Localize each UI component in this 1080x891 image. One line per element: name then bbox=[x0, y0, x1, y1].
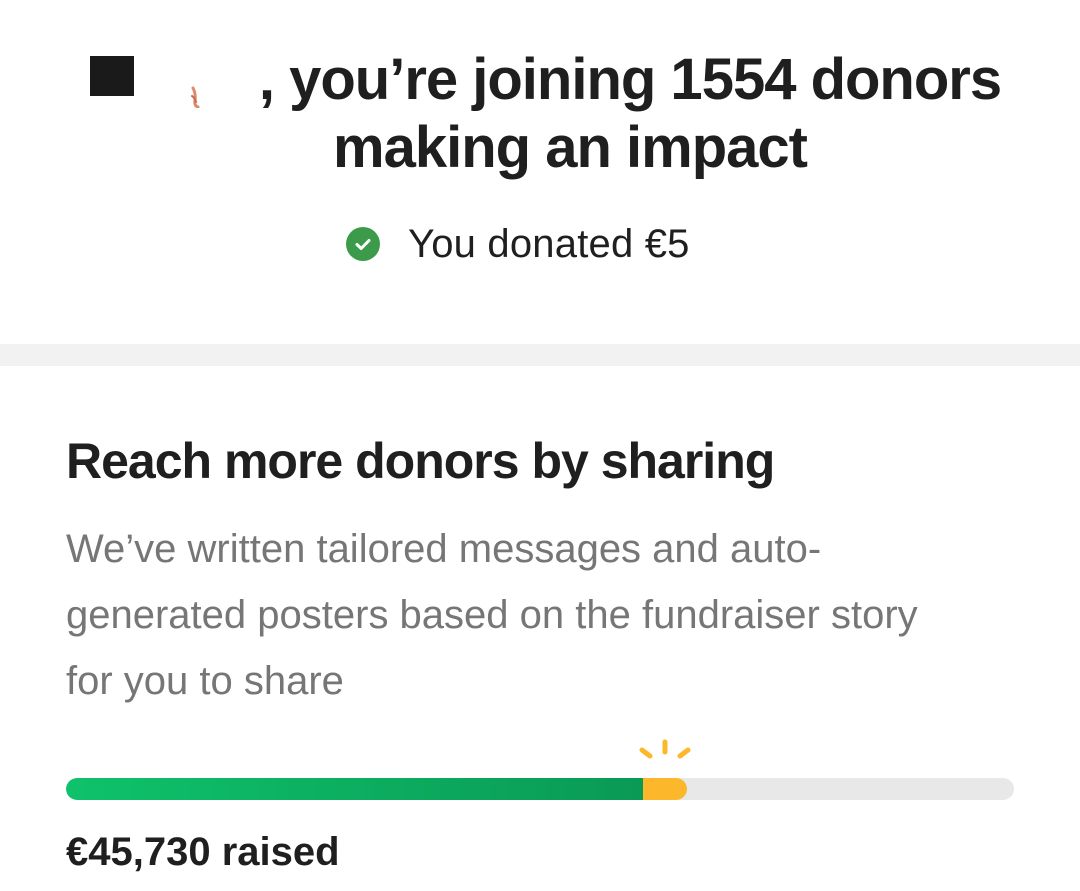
check-circle-icon bbox=[346, 227, 380, 261]
progress-fill-raised bbox=[66, 778, 644, 800]
share-description: We’ve written tailored messages and auto… bbox=[66, 527, 918, 703]
progress-fill-your-donation bbox=[643, 778, 687, 800]
page-title: , you’re joining 1554 donors making an i… bbox=[200, 46, 1060, 182]
donation-status: You donated €5 bbox=[346, 220, 690, 268]
headline-line-2: making an impact bbox=[333, 115, 808, 180]
raised-amount: €45,730 raised bbox=[66, 830, 340, 874]
avatar bbox=[90, 56, 134, 96]
headline-line-1: , you’re joining 1554 donors bbox=[258, 47, 1002, 112]
section-divider bbox=[0, 344, 1080, 366]
share-section: Reach more donors by sharing We’ve writt… bbox=[0, 366, 1080, 891]
sparkle-icon bbox=[639, 739, 691, 759]
wave-hand-icon bbox=[191, 86, 200, 108]
donated-amount-text: You donated €5 bbox=[408, 221, 690, 266]
fundraiser-progress-bar bbox=[66, 778, 1014, 800]
donation-confirmation: , you’re joining 1554 donors making an i… bbox=[0, 0, 1080, 344]
share-title: Reach more donors by sharing bbox=[66, 433, 775, 489]
